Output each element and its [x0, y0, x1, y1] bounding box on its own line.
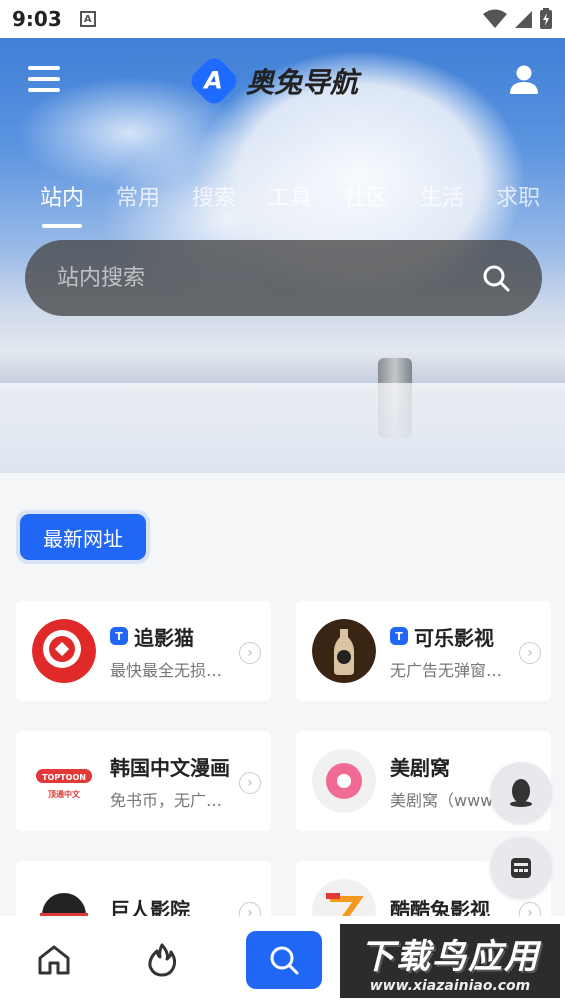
site-card[interactable]: T 追影猫 最快最全无损… ›	[16, 601, 271, 701]
app-name: 奥兔导航	[246, 66, 359, 99]
chevron-right-icon: ›	[239, 642, 261, 664]
flame-icon	[148, 943, 177, 977]
calculator-float-button[interactable]	[490, 837, 552, 899]
tab-4[interactable]: 社区	[344, 180, 388, 212]
svg-text:顶通中文: 顶通中文	[48, 789, 81, 799]
snow-ground	[0, 383, 565, 473]
qq-icon	[510, 779, 532, 807]
card-text: 韩国中文漫画 免书币，无广…	[110, 752, 250, 811]
chevron-right-icon: ›	[519, 642, 541, 664]
tab-3[interactable]: 工具	[268, 180, 312, 212]
meijuwo-icon	[312, 749, 376, 813]
svg-text:TOPTOON: TOPTOON	[42, 773, 86, 782]
card-desc: 无广告无弹窗…	[390, 660, 503, 680]
nav-home[interactable]	[0, 944, 108, 976]
app-logo: A 奥兔导航	[186, 53, 359, 109]
tab-6[interactable]: 求职	[496, 180, 540, 212]
wifi-icon	[483, 9, 507, 28]
nav-hot[interactable]	[108, 943, 216, 977]
logo-mark: A	[186, 53, 242, 109]
status-icons	[483, 8, 553, 30]
home-icon	[38, 945, 70, 975]
tab-5[interactable]: 生活	[420, 180, 464, 212]
tag-badge: T	[110, 627, 128, 645]
notification-a-icon: A	[79, 11, 96, 27]
card-text: T 追影猫 最快最全无损…	[110, 622, 250, 681]
site-card[interactable]: T 可乐影视 无广告无弹窗… ›	[296, 601, 551, 701]
card-desc: 免书币，无广…	[110, 790, 223, 810]
search-icon	[270, 946, 299, 975]
toptoon-icon: TOPTOON 顶通中文	[32, 749, 96, 813]
search-input[interactable]	[57, 265, 482, 291]
tag-badge: T	[390, 627, 408, 645]
card-title: T 可乐影视	[390, 622, 530, 651]
card-title: T 追影猫	[110, 622, 250, 651]
latest-sites-label: 最新网址	[20, 514, 146, 560]
card-title: 韩国中文漫画	[110, 755, 230, 780]
nav-search-button[interactable]	[246, 931, 322, 989]
tab-1[interactable]: 常用	[116, 180, 160, 212]
search-icon[interactable]	[482, 264, 510, 292]
tab-2[interactable]: 搜索	[192, 180, 236, 212]
site-card[interactable]: TOPTOON 顶通中文 韩国中文漫画 免书币，无广… ›	[16, 731, 271, 831]
status-time: 9:03	[12, 7, 62, 31]
zhuiyingmao-icon	[32, 619, 96, 683]
category-tabs: 站内 常用 搜索 工具 社区 生活 求职	[40, 180, 540, 228]
menu-icon[interactable]	[28, 66, 60, 92]
chevron-right-icon: ›	[239, 772, 261, 794]
user-icon[interactable]	[508, 63, 540, 95]
watermark: 下载鸟应用 www.xiazainiao.com	[338, 922, 562, 1000]
status-bar: 9:03 A	[0, 0, 565, 38]
search-bar	[25, 240, 542, 316]
watermark-main: 下载鸟应用	[360, 936, 540, 977]
qq-float-button[interactable]	[490, 762, 552, 824]
battery-icon	[540, 8, 552, 29]
calculator-icon	[511, 858, 531, 878]
card-text: T 可乐影视 无广告无弹窗…	[390, 622, 530, 681]
watermark-url: www.xiazainiao.com	[369, 977, 531, 994]
signal-icon	[515, 11, 532, 28]
tab-0[interactable]: 站内	[40, 180, 84, 228]
latest-sites-button[interactable]: 最新网址	[16, 510, 150, 564]
card-desc: 最快最全无损…	[110, 660, 223, 680]
kele-icon	[312, 619, 376, 683]
